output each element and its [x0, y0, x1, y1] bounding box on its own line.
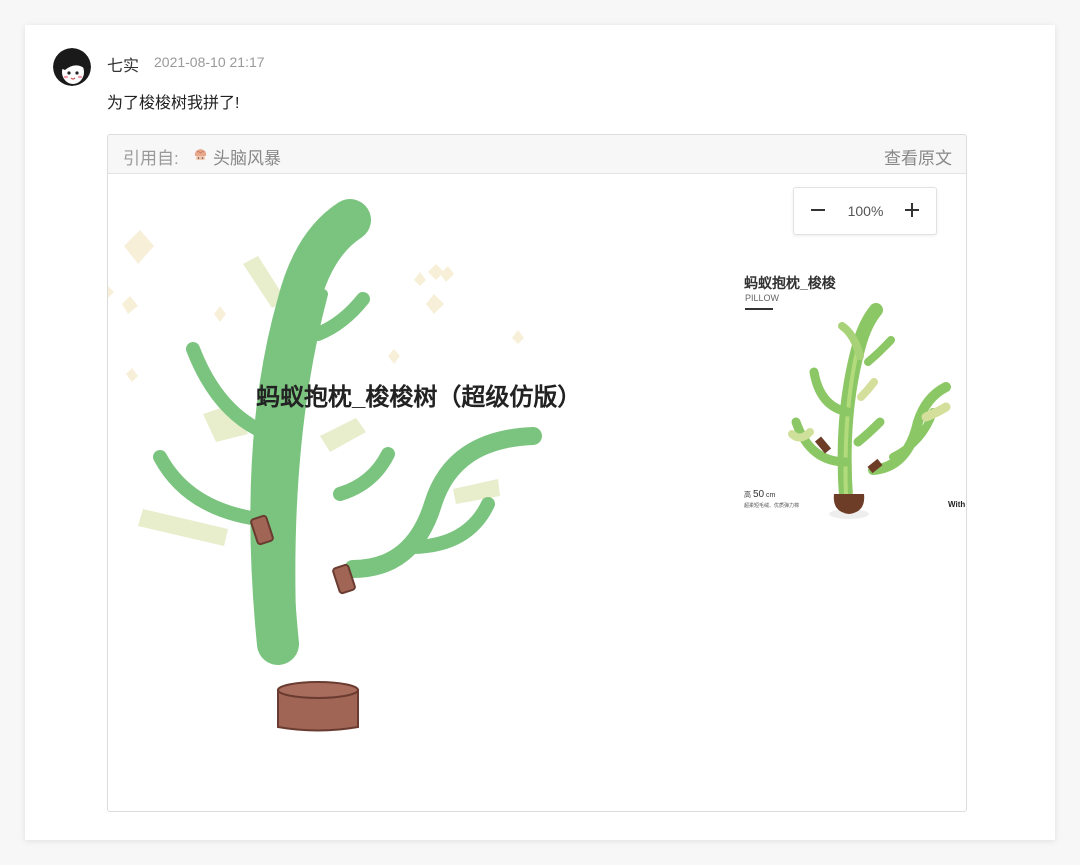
board-title: 蚂蚁抱枕_梭梭树（超级仿版） — [256, 384, 582, 411]
minus-icon — [811, 209, 825, 211]
quote-prefix: 引用自: — [123, 149, 179, 168]
product-image-card[interactable]: 蚂蚁抱枕_梭梭 PILLOW 高 50 cm 超柔短毛绒、优质弹力棉 With — [728, 262, 966, 532]
height-value: 50 — [752, 489, 765, 500]
product-height: 高 50 cm — [744, 489, 775, 500]
post-timestamp: 2021-08-10 21:17 — [154, 54, 265, 70]
view-original-link[interactable]: 查看原文 — [884, 144, 952, 169]
plus-icon — [905, 203, 919, 217]
comment-text: 为了梭梭树我拼了! — [107, 95, 240, 112]
author-name[interactable]: 七实 — [107, 52, 139, 76]
product-trailing-text: With — [948, 500, 966, 509]
whiteboard-canvas[interactable]: 蚂蚁抱枕_梭梭树（超级仿版） 蚂蚁抱枕_梭梭 PILLOW 高 50 cm 超柔… — [108, 174, 966, 811]
height-prefix: 高 — [744, 492, 751, 499]
brain-icon — [192, 146, 209, 163]
board-name-link[interactable]: 头脑风暴 — [213, 144, 281, 169]
quote-header: 引用自: 头脑风暴 查看原文 — [108, 135, 966, 174]
zoom-level: 100% — [847, 203, 884, 219]
zoom-control: 100% — [793, 187, 937, 235]
avatar-image — [53, 48, 91, 86]
quoted-board[interactable]: 引用自: 头脑风暴 查看原文 蚂蚁抱枕_梭梭树（超级仿版） 蚂蚁抱枕_梭梭 PI… — [107, 134, 967, 812]
zoom-in-button[interactable] — [901, 199, 923, 221]
product-description: 超柔短毛绒、优质弹力棉 — [744, 503, 800, 509]
avatar[interactable] — [53, 48, 91, 86]
height-unit: cm — [766, 492, 776, 499]
post-card: 七实 2021-08-10 21:17 为了梭梭树我拼了! 引用自: 头脑风暴 … — [25, 25, 1055, 840]
zoom-out-button[interactable] — [807, 199, 829, 221]
